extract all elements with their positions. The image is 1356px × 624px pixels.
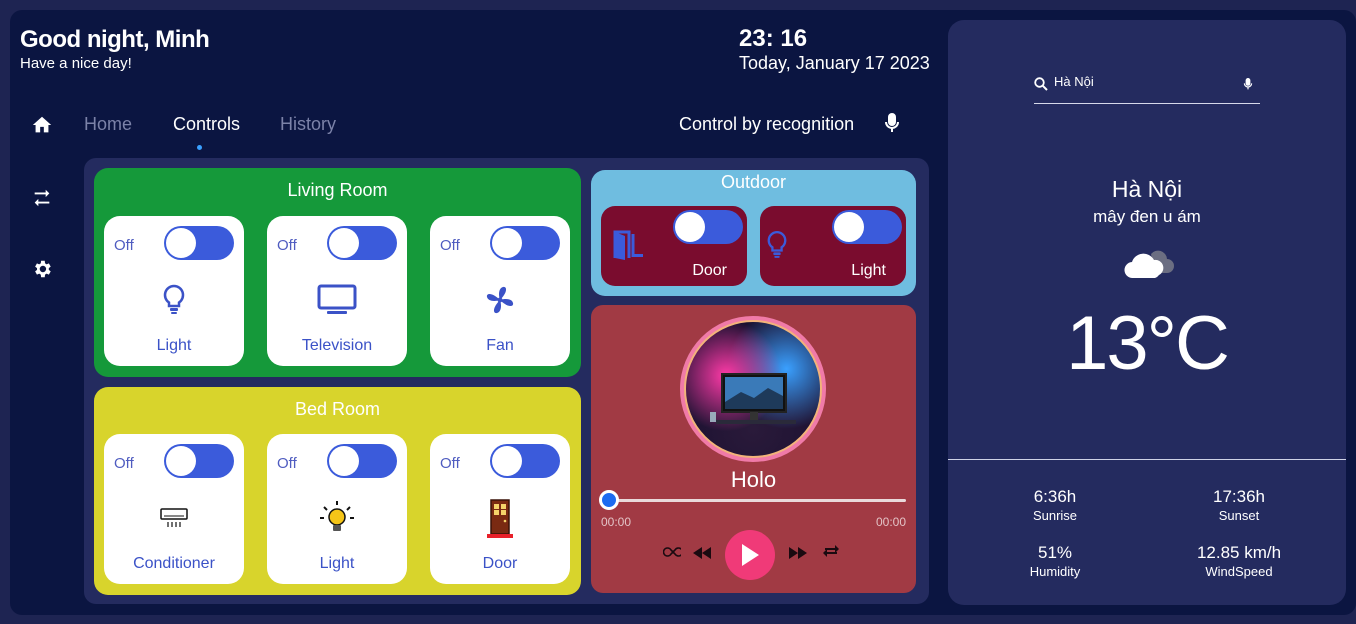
date-label: Today, January 17 2023 — [739, 53, 930, 73]
album-art — [680, 316, 826, 462]
wind-speed-value: 12.85 km/h — [1196, 543, 1282, 562]
outdoor-title: Outdoor — [720, 172, 787, 192]
greeting-title: Good night, Minh — [20, 26, 210, 53]
fast-forward-icon[interactable] — [789, 546, 807, 564]
tv-icon — [267, 282, 407, 318]
bedroom-light-toggle[interactable] — [327, 444, 397, 478]
bulb-icon — [104, 282, 244, 318]
outdoor-section: Outdoor Door Light — [591, 170, 916, 296]
clock: 23: 16 — [739, 25, 808, 52]
search-icon — [1034, 77, 1048, 91]
weather-description: mây đen u ám — [1093, 207, 1201, 226]
device-state: Off — [440, 455, 460, 472]
outdoor-door-toggle[interactable] — [673, 210, 743, 244]
tab-controls[interactable]: Controls — [173, 114, 240, 135]
microphone-icon[interactable] — [882, 111, 902, 135]
device-card: Off Door — [430, 434, 570, 584]
bedroom-door-toggle[interactable] — [490, 444, 560, 478]
song-title: Holo — [730, 467, 777, 492]
device-label: Television — [301, 337, 373, 354]
city-search — [1034, 64, 1260, 104]
cloud-icon — [1121, 246, 1175, 287]
shuffle-icon[interactable] — [662, 545, 684, 563]
play-icon — [742, 544, 759, 566]
weather-city: Hà Nội — [1111, 176, 1183, 202]
humidity-label: Humidity — [1029, 564, 1081, 579]
city-search-input[interactable] — [1054, 74, 1234, 89]
swap-icon[interactable] — [30, 186, 54, 210]
sunset-label: Sunset — [1218, 508, 1260, 523]
bed-room-title: Bed Room — [294, 399, 381, 419]
light-toggle[interactable] — [164, 226, 234, 260]
device-state: Off — [114, 237, 134, 254]
tab-home[interactable]: Home — [84, 114, 132, 135]
lit-bulb-icon — [267, 500, 407, 536]
device-label: Conditioner — [133, 555, 215, 572]
fan-icon — [430, 282, 570, 318]
controls-panel: Living Room Off Light Off Television Off — [84, 158, 929, 604]
device-state: Off — [277, 237, 297, 254]
bulb-icon — [766, 230, 788, 265]
living-room-section: Living Room Off Light Off Television Off — [94, 168, 581, 377]
device-state: Off — [440, 237, 460, 254]
greeting-subtitle: Have a nice day! — [20, 55, 132, 72]
weather-divider — [948, 459, 1346, 460]
television-toggle[interactable] — [327, 226, 397, 260]
total-time: 00:00 — [875, 515, 906, 529]
device-state: Off — [277, 455, 297, 472]
sunrise-value: 6:36h — [1033, 487, 1077, 506]
tab-history[interactable]: History — [280, 114, 336, 135]
air-conditioner-icon — [104, 500, 244, 536]
gear-icon[interactable] — [30, 257, 54, 281]
app-window: Good night, Minh Have a nice day! 23: 16… — [10, 10, 1356, 615]
device-label: Door — [482, 555, 518, 572]
music-player: Holo 00:00 00:00 — [591, 305, 916, 593]
device-card: Off Fan — [430, 216, 570, 366]
living-room-title: Living Room — [287, 180, 388, 200]
bed-room-section: Bed Room Off Conditioner Off Light Off D… — [94, 387, 581, 595]
outdoor-light-toggle[interactable] — [832, 210, 902, 244]
device-label: Fan — [486, 337, 514, 354]
current-time: 00:00 — [601, 515, 632, 529]
outdoor-light-label: Light — [851, 262, 886, 279]
home-icon[interactable] — [30, 113, 54, 137]
temperature: 13°C — [1066, 301, 1230, 386]
device-card: Off Light — [267, 434, 407, 584]
repeat-icon[interactable] — [822, 544, 840, 563]
device-label: Light — [156, 337, 192, 354]
play-button[interactable] — [725, 530, 775, 580]
outdoor-door-card: Door — [601, 206, 747, 286]
microphone-icon[interactable] — [1242, 76, 1254, 92]
progress-handle[interactable] — [599, 490, 619, 510]
door-icon — [430, 499, 570, 538]
humidity-value: 51% — [1037, 543, 1073, 562]
wind-speed-label: WindSpeed — [1205, 564, 1273, 579]
device-card: Off Light — [104, 216, 244, 366]
conditioner-toggle[interactable] — [164, 444, 234, 478]
device-card: Off Television — [267, 216, 407, 366]
outdoor-door-label: Door — [692, 262, 727, 279]
control-by-recognition-label: Control by recognition — [679, 114, 855, 134]
device-card: Off Conditioner — [104, 434, 244, 584]
fan-toggle[interactable] — [490, 226, 560, 260]
rewind-icon[interactable] — [693, 546, 711, 564]
weather-panel: Hà Nội mây đen u ám 13°C 6:36h Sunrise 1… — [948, 20, 1346, 605]
progress-track[interactable] — [609, 499, 906, 502]
outdoor-light-card: Light — [760, 206, 906, 286]
active-tab-indicator — [197, 145, 202, 150]
sunrise-label: Sunrise — [1032, 508, 1078, 523]
door-open-icon — [611, 228, 645, 265]
device-state: Off — [114, 455, 134, 472]
device-label: Light — [319, 555, 355, 572]
sunset-value: 17:36h — [1213, 487, 1265, 506]
